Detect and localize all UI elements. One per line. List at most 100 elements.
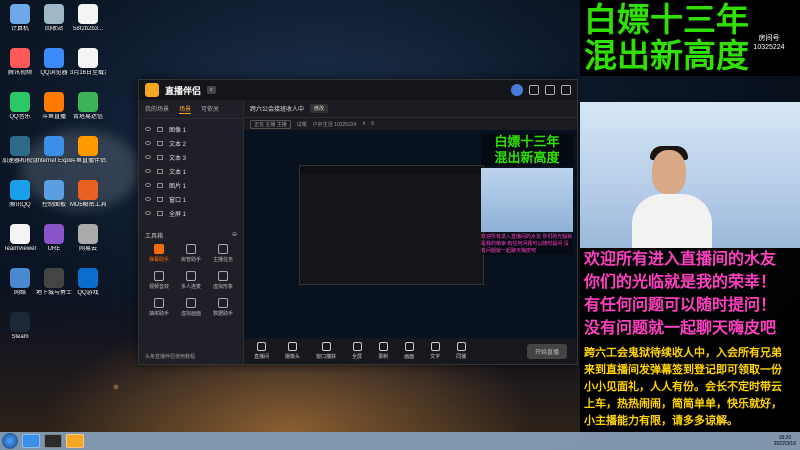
source-label: 文本 2 <box>169 141 187 148</box>
control-button[interactable]: 直播间 <box>254 342 269 360</box>
clock[interactable]: 18:20 2022/3/16 <box>774 435 796 447</box>
desktop-icon[interactable]: 控制面板 <box>36 180 72 209</box>
toolbox-title: 工具箱 <box>145 234 164 240</box>
room-id: 房间号 10325224 <box>753 35 785 51</box>
control-button[interactable]: 摄像头 <box>285 342 300 360</box>
tool-item[interactable]: 视频音效 <box>143 271 175 290</box>
stream-preview[interactable]: 白嫖十三年 混出新高度 欢迎所有进入直播间的水友 你们的光临就是我的荣幸 有任何… <box>244 130 577 360</box>
control-label: 文字 <box>430 354 441 360</box>
visibility-icon[interactable] <box>145 183 151 187</box>
app-icon <box>44 180 64 200</box>
desktop-icon[interactable]: 58f2b2b3... <box>70 4 106 33</box>
desktop-icon[interactable]: Steam <box>2 312 38 341</box>
visibility-icon[interactable] <box>145 169 151 173</box>
app-icon <box>10 268 30 288</box>
tool-item[interactable]: 数据助手 <box>207 298 239 317</box>
tool-label: 虚拟画面 <box>180 311 201 317</box>
minimize-icon[interactable] <box>545 85 555 95</box>
desktop-icon[interactable]: 斗鱼直播伴侣 <box>70 136 106 165</box>
desktop-icon[interactable]: 腾讯QQ <box>2 180 38 209</box>
desktop-icon-label: 斗鱼直播伴侣 <box>70 158 106 164</box>
app-icon <box>78 92 98 112</box>
tab-my-scenes[interactable]: 我的场景 <box>145 104 169 114</box>
visibility-icon[interactable] <box>145 127 151 131</box>
edit-title-button[interactable]: 修改 <box>310 104 329 113</box>
desktop-icon[interactable]: 3月16日至载发现存 <box>70 48 106 77</box>
taskbar-ie-icon[interactable] <box>22 434 40 448</box>
preview-overlay-text: 欢迎所有进入直播间的水友 你们的光临就是我的荣幸 有任何问题可以随时提问 没有问… <box>481 234 573 255</box>
toolbox-more-icon[interactable]: ⊖ <box>232 231 237 240</box>
control-icon <box>288 342 298 351</box>
tool-item[interactable]: 主播任务 <box>207 244 239 263</box>
desktop-icon[interactable]: 青塔易达信 <box>70 92 106 121</box>
source-item[interactable]: 图片 1 <box>145 178 237 192</box>
visibility-icon[interactable] <box>145 155 151 159</box>
visibility-icon[interactable] <box>145 211 151 215</box>
welcome-text: 欢迎所有进入直播间的水友 你们的光临就是我的荣幸！ 有任何问题可以随时提问！ 没有问题… <box>580 248 800 343</box>
desktop-icon[interactable]: 计算机 <box>2 4 38 33</box>
control-button[interactable]: 录制 <box>378 342 388 360</box>
tab-scene[interactable]: 场景 <box>179 104 192 114</box>
desktop-icon[interactable]: URE <box>36 224 72 253</box>
desktop-icon[interactable]: QQ音乐 <box>2 92 38 121</box>
desktop-icon[interactable]: 斗鱼直播 <box>36 92 72 121</box>
control-button[interactable]: 文字 <box>430 342 440 360</box>
tool-item[interactable]: 虚拟形象 <box>207 271 239 290</box>
welcome-line: 你们的光临就是我的荣幸！ <box>584 274 777 291</box>
control-icon <box>352 342 362 351</box>
user-avatar[interactable] <box>511 84 523 96</box>
tool-item[interactable]: 抽奖助手 <box>143 298 175 317</box>
desktop-icon[interactable]: 网络 <box>2 268 38 297</box>
control-label: 同播 <box>456 354 467 360</box>
source-item[interactable]: 文本 1 <box>145 164 237 178</box>
settings-icon[interactable] <box>529 85 539 95</box>
desktop-icon-label: 3月16日至载发现存 <box>70 70 106 76</box>
tool-item[interactable]: 弹幕助手 <box>143 244 175 263</box>
source-item[interactable]: 全屏 1 <box>145 206 237 220</box>
source-item[interactable]: 窗口 1 <box>145 192 237 206</box>
tool-item[interactable]: 房管助手 <box>175 244 207 263</box>
desktop-icon[interactable]: 腾讯视频 <box>2 48 38 77</box>
desktop-icon[interactable]: 地下城与勇士 <box>36 268 72 297</box>
visibility-icon[interactable] <box>145 197 151 201</box>
nested-preview-window <box>299 165 484 285</box>
tool-icon <box>186 244 196 254</box>
toolbox-grid: 弹幕助手 房管助手 主播任务视频音效 多人连麦 虚拟形象抽奖助手 虚拟画面 数据助手 <box>139 244 243 317</box>
tool-label: 抽奖助手 <box>148 311 169 317</box>
desktop-icon[interactable]: TeamViewer <box>2 224 38 253</box>
desktop-icon-label: 控制面板 <box>41 202 66 208</box>
control-button[interactable]: 同播 <box>456 342 466 360</box>
desktop-icon[interactable]: MD5解密工具 <box>70 180 106 209</box>
source-item[interactable]: 图像 1 <box>145 122 237 136</box>
tool-label: 弹幕助手 <box>148 257 169 263</box>
desktop-icon[interactable]: QQ浏览器 <box>36 48 72 77</box>
desktop-icon[interactable]: 加速器和视觉 <box>2 136 38 165</box>
version-badge: v <box>207 86 216 94</box>
meta-tag[interactable]: 正在 主播 主播 <box>250 119 291 129</box>
desktop-icon-label: 青塔易达信 <box>72 114 103 120</box>
control-button[interactable]: 画面 <box>404 342 414 360</box>
tool-icon <box>218 271 228 281</box>
tool-item[interactable]: 多人连麦 <box>175 271 207 290</box>
app-icon <box>44 48 64 68</box>
taskbar-companion-icon[interactable] <box>66 434 84 448</box>
start-button[interactable] <box>2 433 18 449</box>
source-item[interactable]: 文本 3 <box>145 150 237 164</box>
tab-other[interactable]: 可依关 <box>201 104 219 114</box>
start-live-button[interactable]: 开始直播 <box>526 343 567 359</box>
tool-item[interactable]: 虚拟画面 <box>175 298 207 317</box>
source-type-icon <box>157 182 163 188</box>
desktop-icon[interactable]: 网易云 <box>70 224 106 253</box>
taskbar-app-icon[interactable] <box>44 434 62 448</box>
tutorial-link[interactable]: 头条直播伴侣使用教程 <box>145 353 195 360</box>
control-button[interactable]: 窗口捕获 <box>316 342 336 360</box>
source-item[interactable]: 文本 2 <box>145 136 237 150</box>
visibility-icon[interactable] <box>145 141 151 145</box>
control-icon <box>404 342 414 351</box>
control-button[interactable]: 全屏 <box>352 342 362 360</box>
desktop-icon-label: TeamViewer <box>3 246 37 252</box>
desktop-icon[interactable]: Internet Explorer <box>36 136 72 165</box>
desktop-icon[interactable]: 回收站 <box>36 4 72 33</box>
desktop-icon[interactable]: QQ游戏 <box>70 268 106 297</box>
close-icon[interactable] <box>561 85 571 95</box>
